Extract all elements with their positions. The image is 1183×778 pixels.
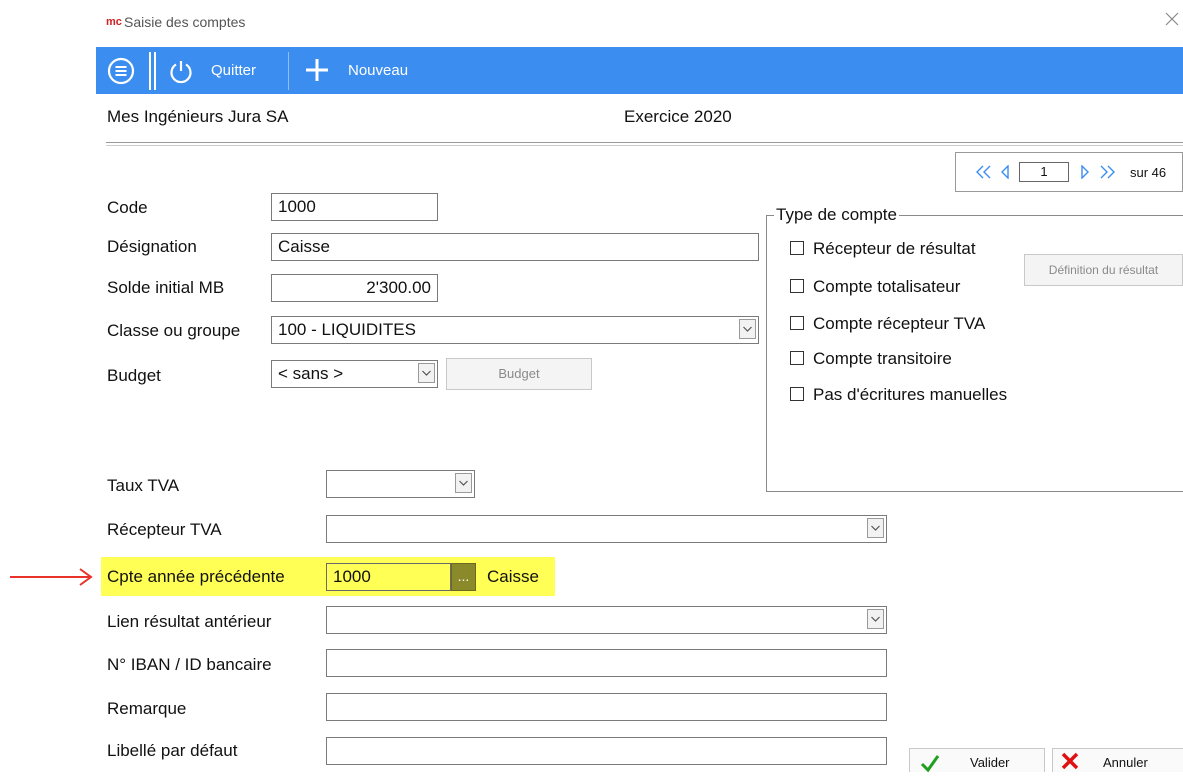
checkmark-icon [920,753,940,773]
exercise-label: Exercice 2020 [624,107,732,126]
recepteur-tva-label: Récepteur TVA [107,520,222,539]
cpte-annee-precedente-lookup-button[interactable]: ... [451,563,476,591]
checkbox-box[interactable] [790,241,804,255]
app-logo-icon: mc [106,14,124,28]
menu-icon[interactable] [107,57,135,85]
chevron-down-icon[interactable] [455,473,472,493]
toolbar [96,47,1183,94]
toolbar-separator [149,52,151,90]
checkbox-pas-ecritures-manuelles[interactable]: Pas d'écritures manuelles [790,385,1007,405]
cross-icon [1061,752,1079,770]
taux-tva-select[interactable] [326,470,475,498]
checkbox-label: Récepteur de résultat [813,239,976,258]
designation-label: Désignation [107,237,197,256]
chevron-down-icon[interactable] [867,609,884,629]
libelle-field[interactable] [326,737,887,765]
iban-label: N° IBAN / ID bancaire [107,655,272,674]
checkbox-label: Compte récepteur TVA [813,314,986,333]
recepteur-tva-select[interactable] [326,515,887,543]
checkbox-label: Compte transitoire [813,349,952,368]
chevron-down-icon[interactable] [739,319,756,339]
budget-value: < sans > [278,364,344,383]
power-icon[interactable] [167,57,195,85]
next-page-icon[interactable] [1080,164,1090,180]
cpte-annee-precedente-name: Caisse [487,567,539,586]
last-page-icon[interactable] [1099,165,1115,179]
budget-button[interactable]: Budget [446,358,592,390]
prev-page-icon[interactable] [1000,164,1010,180]
definition-resultat-button[interactable]: Définition du résultat [1024,254,1183,286]
plus-icon[interactable] [304,57,330,83]
toolbar-separator [288,52,289,90]
libelle-label: Libellé par défaut [107,741,238,760]
lien-resultat-select[interactable] [326,606,887,634]
pager: 1 sur 46 [955,152,1183,192]
designation-field[interactable]: Caisse [271,233,759,261]
checkbox-box[interactable] [790,351,804,365]
code-label: Code [107,198,148,217]
close-icon[interactable] [1165,12,1179,26]
classe-value: 100 - LIQUIDITES [278,320,416,339]
first-page-icon[interactable] [976,165,992,179]
annuler-button[interactable]: Annuler [1052,748,1183,772]
code-field[interactable]: 1000 [271,193,438,221]
lien-resultat-label: Lien résultat antérieur [107,612,272,631]
new-button[interactable]: Nouveau [348,62,408,79]
checkbox-label: Compte totalisateur [813,277,961,296]
checkbox-compte-transitoire[interactable]: Compte transitoire [790,349,952,369]
page-total: sur 46 [1130,165,1167,180]
checkbox-compte-totalisateur[interactable]: Compte totalisateur [790,277,960,297]
chevron-down-icon[interactable] [867,518,884,538]
app-logo-text: mc [106,16,122,28]
checkbox-recepteur-resultat[interactable]: Récepteur de résultat [790,239,976,259]
solde-label: Solde initial MB [107,278,225,297]
checkbox-compte-recepteur-tva[interactable]: Compte récepteur TVA [790,314,985,334]
company-name: Mes Ingénieurs Jura SA [107,107,289,126]
type-compte-legend: Type de compte [774,205,899,225]
annuler-label: Annuler [1103,755,1148,770]
budget-select[interactable]: < sans > [271,360,438,388]
remarque-field[interactable] [326,693,887,721]
cpte-annee-precedente-field[interactable]: 1000 [326,563,451,591]
checkbox-box[interactable] [790,387,804,401]
cpte-annee-precedente-label: Cpte année précédente [107,567,285,586]
header-divider [106,142,1183,146]
checkbox-label: Pas d'écritures manuelles [813,385,1008,404]
toolbar-separator [154,52,156,90]
iban-field[interactable] [326,649,887,677]
quit-button[interactable]: Quitter [211,62,256,79]
valider-button[interactable]: Valider [909,748,1045,773]
window-title: Saisie des comptes [124,14,246,30]
checkbox-box[interactable] [790,316,804,330]
red-arrow-icon [10,567,94,587]
classe-label: Classe ou groupe [107,321,241,340]
classe-select[interactable]: 100 - LIQUIDITES [271,316,759,344]
taux-tva-label: Taux TVA [107,476,180,495]
valider-label: Valider [970,755,1010,770]
page-input[interactable]: 1 [1019,162,1069,182]
budget-label: Budget [107,366,161,385]
solde-field[interactable]: 2'300.00 [271,274,438,302]
chevron-down-icon[interactable] [418,363,435,383]
remarque-label: Remarque [107,699,187,718]
checkbox-box[interactable] [790,279,804,293]
